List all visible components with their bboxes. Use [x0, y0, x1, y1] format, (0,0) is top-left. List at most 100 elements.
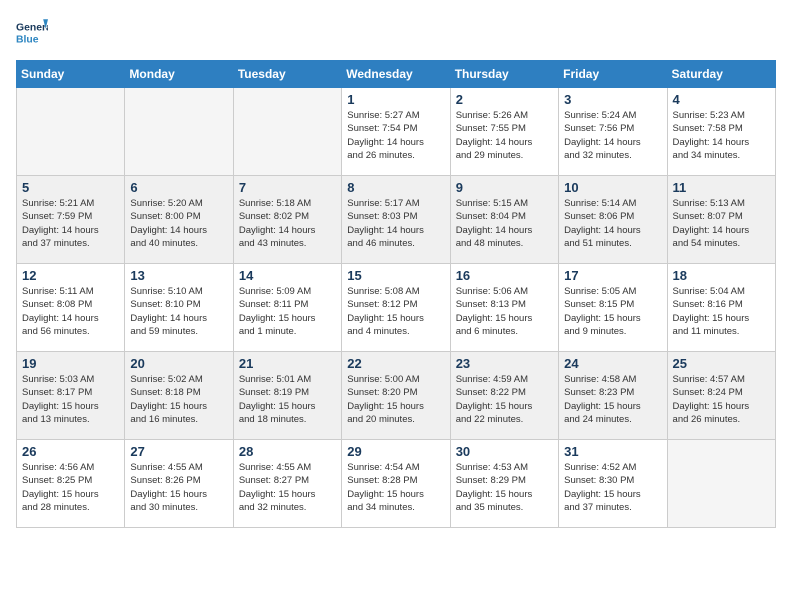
day-number: 11 [673, 180, 770, 195]
calendar-cell: 22 Sunrise: 5:00 AM Sunset: 8:20 PM Dayli… [342, 352, 450, 440]
calendar-cell [667, 440, 775, 528]
day-info: Sunrise: 5:14 AM Sunset: 8:06 PM Dayligh… [564, 197, 661, 250]
day-info: Sunrise: 5:24 AM Sunset: 7:56 PM Dayligh… [564, 109, 661, 162]
calendar-cell: 16Sunrise: 5:06 AM Sunset: 8:13 PM Dayli… [450, 264, 558, 352]
day-number: 1 [347, 92, 444, 107]
day-info: Sunrise: 4:58 AM Sunset: 8:23 PM Dayligh… [564, 373, 661, 426]
day-info: Sunrise: 5:26 AM Sunset: 7:55 PM Dayligh… [456, 109, 553, 162]
day-info: Sunrise: 5:03 AM Sunset: 8:17 PM Dayligh… [22, 373, 119, 426]
day-info: Sunrise: 4:56 AM Sunset: 8:25 PM Dayligh… [22, 461, 119, 514]
day-info: Sunrise: 5:18 AM Sunset: 8:02 PM Dayligh… [239, 197, 336, 250]
day-info: Sunrise: 4:53 AM Sunset: 8:29 PM Dayligh… [456, 461, 553, 514]
calendar-week-row: 12 Sunrise: 5:11 AM Sunset: 8:08 PM Dayli… [17, 264, 776, 352]
day-info: Sunrise: 5:17 AM Sunset: 8:03 PM Dayligh… [347, 197, 444, 250]
day-number: 26 [22, 444, 119, 459]
calendar-week-row: 5Sunrise: 5:21 AM Sunset: 7:59 PM Daylig… [17, 176, 776, 264]
day-number: 27 [130, 444, 227, 459]
day-info: Sunrise: 4:55 AM Sunset: 8:26 PM Dayligh… [130, 461, 227, 514]
logo: GeneralBlue [16, 16, 48, 48]
calendar-cell: 11Sunrise: 5:13 AM Sunset: 8:07 PM Dayli… [667, 176, 775, 264]
calendar-cell: 10 Sunrise: 5:14 AM Sunset: 8:06 PM Dayli… [559, 176, 667, 264]
calendar-cell: 23 Sunrise: 4:59 AM Sunset: 8:22 PM Dayli… [450, 352, 558, 440]
day-number: 19 [22, 356, 119, 371]
calendar-cell: 3 Sunrise: 5:24 AM Sunset: 7:56 PM Daylig… [559, 88, 667, 176]
day-number: 13 [130, 268, 227, 283]
day-info: Sunrise: 5:00 AM Sunset: 8:20 PM Dayligh… [347, 373, 444, 426]
calendar-cell: 19 Sunrise: 5:03 AM Sunset: 8:17 PM Dayli… [17, 352, 125, 440]
calendar-cell: 27 Sunrise: 4:55 AM Sunset: 8:26 PM Dayli… [125, 440, 233, 528]
day-number: 4 [673, 92, 770, 107]
day-info: Sunrise: 4:52 AM Sunset: 8:30 PM Dayligh… [564, 461, 661, 514]
weekday-header-row: SundayMondayTuesdayWednesdayThursdayFrid… [17, 61, 776, 88]
calendar-cell: 25 Sunrise: 4:57 AM Sunset: 8:24 PM Dayli… [667, 352, 775, 440]
day-info: Sunrise: 5:09 AM Sunset: 8:11 PM Dayligh… [239, 285, 336, 338]
day-number: 16 [456, 268, 553, 283]
day-number: 25 [673, 356, 770, 371]
day-number: 22 [347, 356, 444, 371]
calendar-cell: 8 Sunrise: 5:17 AM Sunset: 8:03 PM Daylig… [342, 176, 450, 264]
day-number: 5 [22, 180, 119, 195]
calendar-cell: 5Sunrise: 5:21 AM Sunset: 7:59 PM Daylig… [17, 176, 125, 264]
calendar-cell: 31 Sunrise: 4:52 AM Sunset: 8:30 PM Dayli… [559, 440, 667, 528]
weekday-header: Wednesday [342, 61, 450, 88]
day-number: 15 [347, 268, 444, 283]
day-number: 2 [456, 92, 553, 107]
calendar-cell: 7 Sunrise: 5:18 AM Sunset: 8:02 PM Daylig… [233, 176, 341, 264]
weekday-header: Friday [559, 61, 667, 88]
calendar-cell: 17Sunrise: 5:05 AM Sunset: 8:15 PM Dayli… [559, 264, 667, 352]
calendar-cell [233, 88, 341, 176]
day-number: 30 [456, 444, 553, 459]
day-info: Sunrise: 5:05 AM Sunset: 8:15 PM Dayligh… [564, 285, 661, 338]
day-info: Sunrise: 5:02 AM Sunset: 8:18 PM Dayligh… [130, 373, 227, 426]
day-number: 20 [130, 356, 227, 371]
day-number: 12 [22, 268, 119, 283]
calendar-cell: 30 Sunrise: 4:53 AM Sunset: 8:29 PM Dayli… [450, 440, 558, 528]
calendar-cell [125, 88, 233, 176]
svg-text:Blue: Blue [16, 34, 39, 45]
calendar-cell: 14 Sunrise: 5:09 AM Sunset: 8:11 PM Dayli… [233, 264, 341, 352]
logo-icon: GeneralBlue [16, 16, 48, 48]
calendar-table: SundayMondayTuesdayWednesdayThursdayFrid… [16, 60, 776, 528]
day-number: 3 [564, 92, 661, 107]
day-number: 23 [456, 356, 553, 371]
calendar-cell: 15Sunrise: 5:08 AM Sunset: 8:12 PM Dayli… [342, 264, 450, 352]
weekday-header: Thursday [450, 61, 558, 88]
day-info: Sunrise: 5:01 AM Sunset: 8:19 PM Dayligh… [239, 373, 336, 426]
day-number: 21 [239, 356, 336, 371]
day-info: Sunrise: 5:11 AM Sunset: 8:08 PM Dayligh… [22, 285, 119, 338]
calendar-cell: 18Sunrise: 5:04 AM Sunset: 8:16 PM Dayli… [667, 264, 775, 352]
calendar-cell: 6Sunrise: 5:20 AM Sunset: 8:00 PM Daylig… [125, 176, 233, 264]
day-info: Sunrise: 4:57 AM Sunset: 8:24 PM Dayligh… [673, 373, 770, 426]
calendar-cell: 1 Sunrise: 5:27 AM Sunset: 7:54 PM Daylig… [342, 88, 450, 176]
calendar-cell: 26 Sunrise: 4:56 AM Sunset: 8:25 PM Dayli… [17, 440, 125, 528]
calendar-cell: 29 Sunrise: 4:54 AM Sunset: 8:28 PM Dayli… [342, 440, 450, 528]
weekday-header: Monday [125, 61, 233, 88]
calendar-cell: 24Sunrise: 4:58 AM Sunset: 8:23 PM Dayli… [559, 352, 667, 440]
day-info: Sunrise: 5:27 AM Sunset: 7:54 PM Dayligh… [347, 109, 444, 162]
day-number: 18 [673, 268, 770, 283]
day-info: Sunrise: 4:59 AM Sunset: 8:22 PM Dayligh… [456, 373, 553, 426]
calendar-week-row: 1 Sunrise: 5:27 AM Sunset: 7:54 PM Daylig… [17, 88, 776, 176]
day-number: 10 [564, 180, 661, 195]
day-number: 9 [456, 180, 553, 195]
day-info: Sunrise: 5:20 AM Sunset: 8:00 PM Dayligh… [130, 197, 227, 250]
calendar-cell: 21 Sunrise: 5:01 AM Sunset: 8:19 PM Dayli… [233, 352, 341, 440]
weekday-header: Tuesday [233, 61, 341, 88]
day-info: Sunrise: 4:55 AM Sunset: 8:27 PM Dayligh… [239, 461, 336, 514]
day-number: 14 [239, 268, 336, 283]
page-header: GeneralBlue [16, 16, 776, 48]
calendar-cell: 12 Sunrise: 5:11 AM Sunset: 8:08 PM Dayli… [17, 264, 125, 352]
calendar-week-row: 19 Sunrise: 5:03 AM Sunset: 8:17 PM Dayli… [17, 352, 776, 440]
day-info: Sunrise: 5:23 AM Sunset: 7:58 PM Dayligh… [673, 109, 770, 162]
day-number: 29 [347, 444, 444, 459]
calendar-cell: 20 Sunrise: 5:02 AM Sunset: 8:18 PM Dayli… [125, 352, 233, 440]
day-number: 8 [347, 180, 444, 195]
day-info: Sunrise: 5:10 AM Sunset: 8:10 PM Dayligh… [130, 285, 227, 338]
weekday-header: Sunday [17, 61, 125, 88]
calendar-cell: 13 Sunrise: 5:10 AM Sunset: 8:10 PM Dayli… [125, 264, 233, 352]
day-info: Sunrise: 4:54 AM Sunset: 8:28 PM Dayligh… [347, 461, 444, 514]
calendar-cell: 2 Sunrise: 5:26 AM Sunset: 7:55 PM Daylig… [450, 88, 558, 176]
day-number: 7 [239, 180, 336, 195]
day-number: 31 [564, 444, 661, 459]
weekday-header: Saturday [667, 61, 775, 88]
